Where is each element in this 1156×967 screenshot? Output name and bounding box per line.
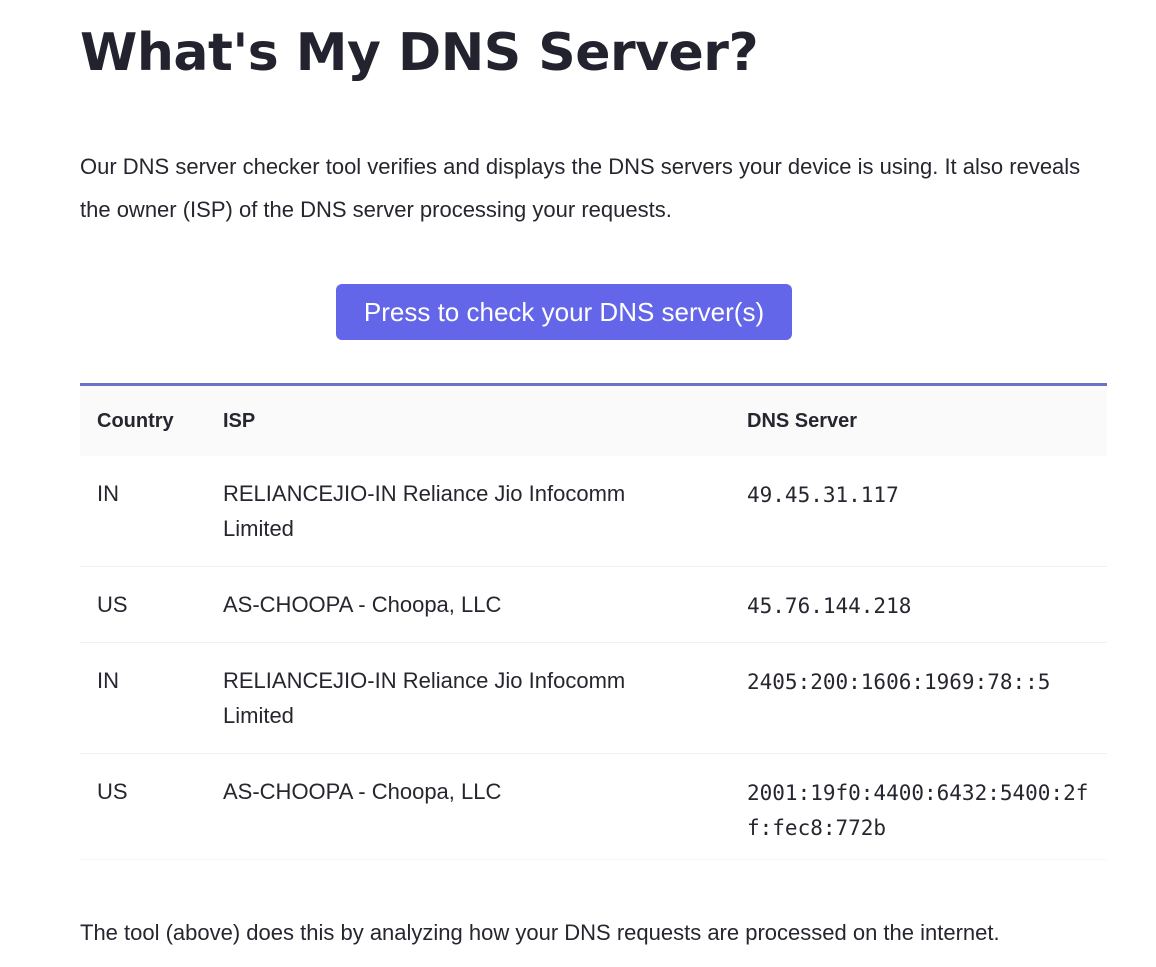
row-isp: AS-CHOOPA - Choopa, LLC <box>223 592 502 617</box>
row-country: US <box>97 592 128 617</box>
intro-paragraph: Our DNS server checker tool verifies and… <box>80 154 1081 222</box>
row-dns-server: 2405:200:1606:1969:78::5 <box>747 670 1051 694</box>
row-isp: RELIANCEJIO-IN Reliance Jio Infocomm Lim… <box>223 481 626 541</box>
row-isp: RELIANCEJIO-IN Reliance Jio Infocomm Lim… <box>223 668 626 728</box>
footer-paragraph: The tool (above) does this by analyzing … <box>80 920 1000 945</box>
check-button-container: Press to check your DNS server(s) <box>80 284 1107 340</box>
check-dns-button[interactable]: Press to check your DNS server(s) <box>336 284 792 340</box>
table-row: US AS-CHOOPA - Choopa, LLC 2001:19f0:440… <box>80 754 1107 860</box>
table-row: IN RELIANCEJIO-IN Reliance Jio Infocomm … <box>80 643 1107 754</box>
row-country: US <box>97 779 128 804</box>
dns-results-table: Country ISP DNS Server IN RELIANCEJIO-IN… <box>80 383 1107 860</box>
table-row: IN RELIANCEJIO-IN Reliance Jio Infocomm … <box>80 456 1107 567</box>
page-title: What's My DNS Server? <box>80 23 759 83</box>
table-row: US AS-CHOOPA - Choopa, LLC 45.76.144.218 <box>80 567 1107 643</box>
header-country: Country <box>97 409 174 432</box>
header-isp: ISP <box>223 409 256 432</box>
row-dns-server: 45.76.144.218 <box>747 594 912 618</box>
row-dns-server: 2001:19f0:4400:6432:5400:2ff:fec8:772b <box>747 781 1089 840</box>
table-header: Country ISP DNS Server <box>80 386 1107 456</box>
row-dns-server: 49.45.31.117 <box>747 483 899 507</box>
row-isp: AS-CHOOPA - Choopa, LLC <box>223 779 502 804</box>
header-dns-server: DNS Server <box>747 409 858 432</box>
row-country: IN <box>97 481 119 506</box>
row-country: IN <box>97 668 119 693</box>
